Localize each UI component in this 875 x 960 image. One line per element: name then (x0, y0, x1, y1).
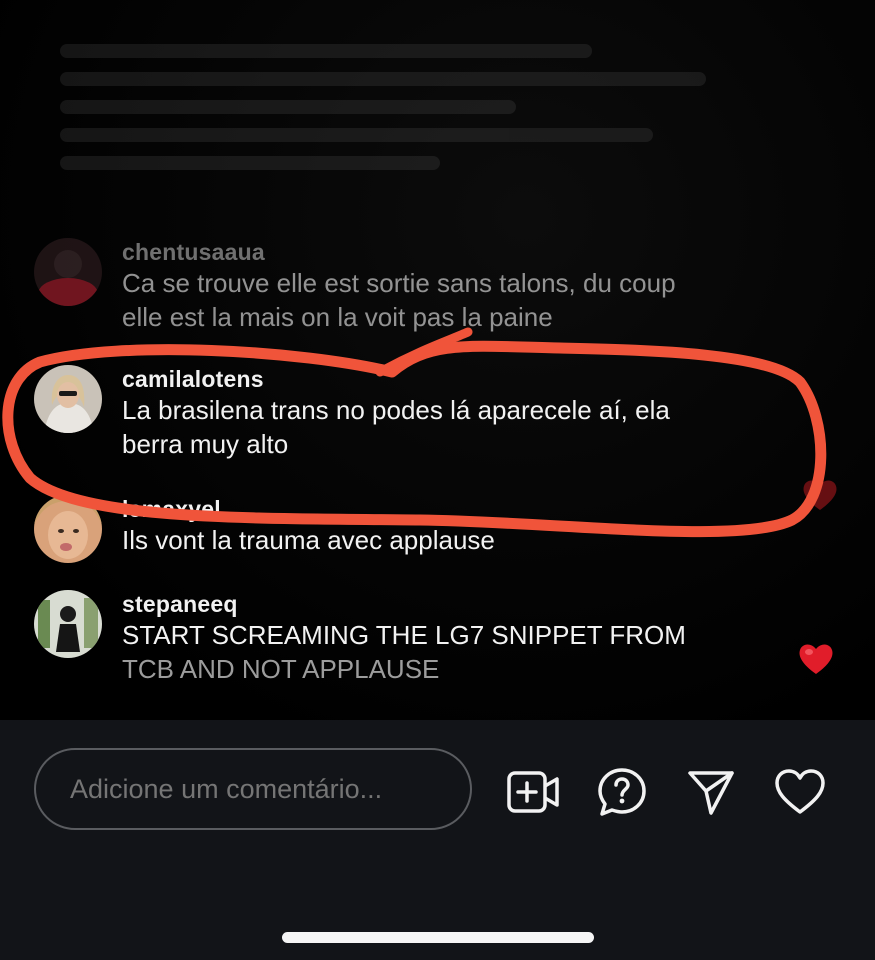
send-icon (688, 771, 734, 815)
live-stream-screen: chentusaaua Ca se trouve elle est sortie… (0, 0, 875, 960)
send-button[interactable] (683, 764, 739, 820)
comment-username[interactable]: camilalotens (122, 365, 802, 393)
comment-text: berra muy alto (122, 429, 289, 459)
comment-bar (0, 720, 875, 960)
faded-comments (60, 30, 820, 220)
avatar[interactable] (34, 495, 102, 563)
comment-text: Ca se trouve elle est sortie sans talons… (122, 268, 676, 298)
add-video-button[interactable] (505, 764, 561, 820)
avatar[interactable] (34, 365, 102, 433)
comment-username[interactable]: lemaxyel (122, 495, 802, 523)
avatar[interactable] (34, 590, 102, 658)
like-button[interactable] (772, 764, 828, 820)
floating-heart-icon (799, 644, 833, 674)
floating-heart-icon (803, 480, 837, 510)
comment-username[interactable]: stepaneeq (122, 590, 802, 618)
home-indicator[interactable] (282, 932, 594, 943)
heart-outline-icon (775, 769, 825, 814)
comment-username[interactable]: chentusaaua (122, 238, 802, 266)
add-video-icon (507, 771, 559, 813)
question-button[interactable] (594, 764, 650, 820)
comment-text: elle est la mais on la voit pas la paine (122, 302, 553, 332)
comment-text: TCB AND NOT APPLAUSE (122, 654, 440, 684)
question-bubble-icon (598, 768, 646, 816)
comment-text: La brasilena trans no podes lá aparecele… (122, 395, 670, 425)
comment-text: START SCREAMING THE LG7 SNIPPET FROM (122, 620, 686, 650)
comment-input[interactable] (34, 748, 472, 830)
avatar[interactable] (34, 238, 102, 306)
comment-text: Ils vont la trauma avec applause (122, 525, 495, 555)
